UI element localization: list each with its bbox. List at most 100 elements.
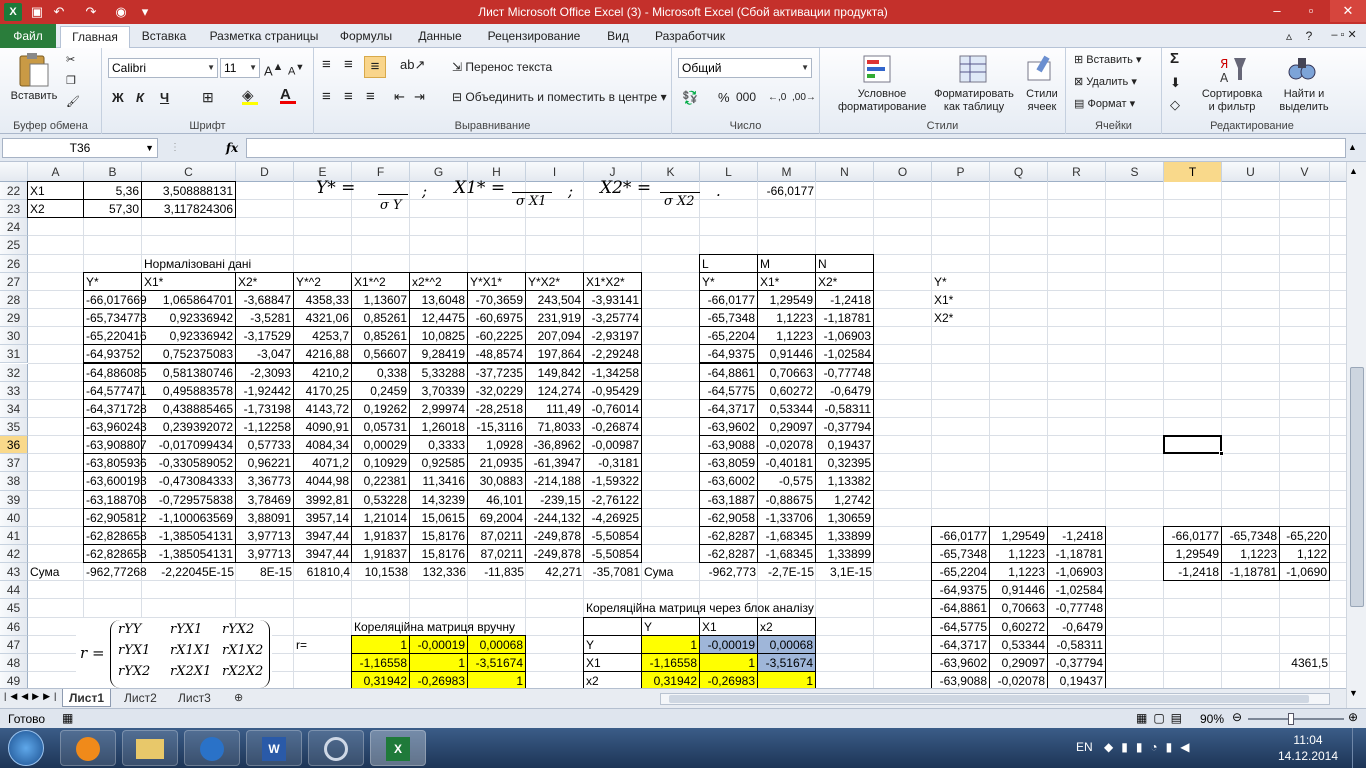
column-header-L[interactable]: L [700, 162, 758, 182]
corr-manual-cell[interactable]: 0,31942 [351, 671, 410, 688]
main-data-cell[interactable]: -28,2518 [467, 398, 526, 418]
minimize-ribbon-icon[interactable]: ▵ [1282, 28, 1296, 48]
main-data-cell[interactable]: -0,017099434 [141, 435, 236, 455]
right-data-cell[interactable]: -63,9088 [699, 435, 758, 455]
worksheet-grid[interactable]: ABCDEFGHIJKLMNOPQRSTUV 22 23 24 25 26 27 28 29 3… [0, 162, 1346, 688]
formula-bar-splitter[interactable]: ⋮ [170, 142, 210, 154]
main-data-cell[interactable]: 124,274 [525, 380, 584, 400]
sort-filter-icon[interactable]: ЯА [1218, 54, 1248, 84]
corr-manual-cell[interactable]: -0,26983 [409, 671, 468, 688]
format-as-table-button[interactable]: Форматировать как таблицу [930, 88, 1018, 114]
pqr-data-cell[interactable]: -1,06903 [1047, 562, 1106, 582]
main-data-cell[interactable]: -2,3093 [235, 362, 294, 382]
scroll-up-icon[interactable]: ▲ [1349, 166, 1358, 176]
right-data-cell[interactable]: -0,77748 [815, 362, 874, 382]
percent-button[interactable]: % [718, 91, 730, 104]
language-indicator[interactable]: EN [1076, 740, 1093, 754]
pqr-data-cell[interactable]: -65,7348 [931, 544, 990, 564]
row-header-23[interactable]: 23 [0, 200, 28, 219]
scroll-down-icon[interactable]: ▼ [1349, 688, 1358, 698]
column-header-S[interactable]: S [1106, 162, 1164, 182]
network-app-icon[interactable] [184, 730, 240, 766]
main-data-cell[interactable]: -70,3659 [467, 289, 526, 310]
corr-analysis-col-header[interactable]: Y [641, 616, 700, 636]
main-data-cell[interactable]: 111,49 [525, 398, 584, 418]
main-data-cell[interactable]: 0,495883578 [141, 380, 236, 400]
row-header-24[interactable]: 24 [0, 218, 28, 237]
pqr-data-cell[interactable]: -65,2204 [931, 562, 990, 582]
tab-page-layout[interactable]: Разметка страницы [204, 28, 324, 48]
italic-button[interactable]: К [136, 91, 144, 104]
right-data-cell[interactable]: -64,8861 [699, 362, 758, 382]
right-sum-cell[interactable]: 3,1E-15 [816, 563, 874, 581]
transposed-cell[interactable]: -65,220 [1279, 525, 1330, 545]
main-data-cell[interactable]: 0,85261 [351, 326, 410, 346]
transposed-cell[interactable]: -1,2418 [1163, 562, 1222, 582]
right-data-cell[interactable]: 1,33899 [815, 525, 874, 545]
main-data-cell[interactable]: 15,8176 [409, 544, 468, 564]
main-data-cell[interactable]: 0,96221 [235, 453, 294, 473]
main-data-cell[interactable]: 1,065864701 [141, 289, 236, 310]
bold-button[interactable]: Ж [112, 91, 124, 104]
main-data-cell[interactable]: -1,385054131 [141, 525, 236, 545]
fill-color-icon[interactable]: ◈ [242, 88, 258, 105]
main-data-cell[interactable]: -65,734773 [83, 308, 147, 328]
pqr-data-cell[interactable]: 1,1223 [989, 562, 1048, 582]
main-data-cell[interactable]: 0,85261 [351, 308, 410, 328]
corr-analysis-row-label[interactable]: X1 [583, 652, 642, 673]
corr-analysis-cell[interactable]: 0,00068 [757, 634, 816, 654]
right-header-cell[interactable]: X2* [815, 271, 874, 291]
column-header-B[interactable]: B [84, 162, 142, 182]
main-data-cell[interactable]: 0,57733 [235, 435, 294, 455]
main-data-cell[interactable]: 0,2459 [351, 380, 410, 400]
cell-B22[interactable]: 5,36 [83, 181, 142, 201]
main-data-cell[interactable]: 4253,7 [293, 326, 352, 346]
main-data-cell[interactable]: 0,338 [351, 362, 410, 382]
corr-analysis-corner[interactable] [583, 616, 642, 636]
row-header-36[interactable]: 36 [0, 436, 28, 455]
main-data-cell[interactable]: -36,8962 [525, 435, 584, 455]
format-as-table-icon[interactable] [958, 54, 988, 84]
row-header-38[interactable]: 38 [0, 472, 28, 491]
main-data-cell[interactable]: 1,26018 [409, 416, 468, 437]
corr-analysis-cell[interactable]: 1 [699, 652, 758, 673]
transposed-cell[interactable]: -66,0177 [1163, 525, 1222, 545]
main-data-cell[interactable]: 4170,25 [293, 380, 352, 400]
main-table-title[interactable]: Нормалізовані дані [142, 255, 251, 273]
main-data-cell[interactable]: -3,68847 [235, 289, 294, 310]
main-header-cell[interactable]: X1*X2* [583, 271, 642, 291]
main-sum-cell[interactable]: 61810,4 [294, 563, 352, 581]
main-data-cell[interactable]: 1,13607 [351, 289, 410, 310]
pqr-data-cell[interactable]: -0,02078 [989, 671, 1048, 688]
right-letter-cell[interactable]: M [757, 253, 816, 273]
main-data-cell[interactable]: -1,92442 [235, 380, 294, 400]
right-data-cell[interactable]: -63,9602 [699, 416, 758, 437]
font-name-select[interactable]: Calibri ▼ [108, 58, 218, 78]
main-data-cell[interactable]: -62,828658 [83, 525, 147, 545]
main-data-cell[interactable]: 4216,88 [293, 344, 352, 364]
main-data-cell[interactable]: 4090,91 [293, 416, 352, 437]
corr-manual-cell[interactable]: -3,51674 [467, 652, 526, 673]
right-data-cell[interactable]: -62,9058 [699, 507, 758, 527]
row-header-35[interactable]: 35 [0, 417, 28, 437]
main-data-cell[interactable]: 0,239392072 [141, 416, 236, 437]
sheet-navigation-icons[interactable]: |◀◀▶▶| [4, 691, 60, 702]
main-data-cell[interactable]: -0,729575838 [141, 489, 236, 509]
corr-manual-cell[interactable]: 0,00068 [467, 634, 526, 654]
main-data-cell[interactable]: -5,50854 [583, 525, 642, 545]
main-data-cell[interactable]: 3,88091 [235, 507, 294, 527]
media-player-icon[interactable] [60, 730, 116, 766]
main-data-cell[interactable]: 11,3416 [409, 471, 468, 491]
main-sum-cell[interactable]: -11,835 [468, 563, 526, 581]
excel-taskbar-icon[interactable]: X [370, 730, 426, 766]
corr-analysis-row-label[interactable]: x2 [583, 671, 642, 688]
main-data-cell[interactable]: -0,26874 [583, 416, 642, 437]
view-buttons-icon[interactable]: ▦▢▤ [1136, 711, 1188, 725]
main-data-cell[interactable]: 5,33288 [409, 362, 468, 382]
main-data-cell[interactable]: 3947,44 [293, 525, 352, 545]
main-data-cell[interactable]: -62,905812 [83, 507, 147, 527]
grow-font-icon[interactable]: A▲ [264, 61, 283, 77]
right-data-cell[interactable]: 0,19437 [815, 435, 874, 455]
underline-button[interactable]: Ч [160, 91, 169, 104]
main-data-cell[interactable]: -0,473084333 [141, 471, 236, 491]
